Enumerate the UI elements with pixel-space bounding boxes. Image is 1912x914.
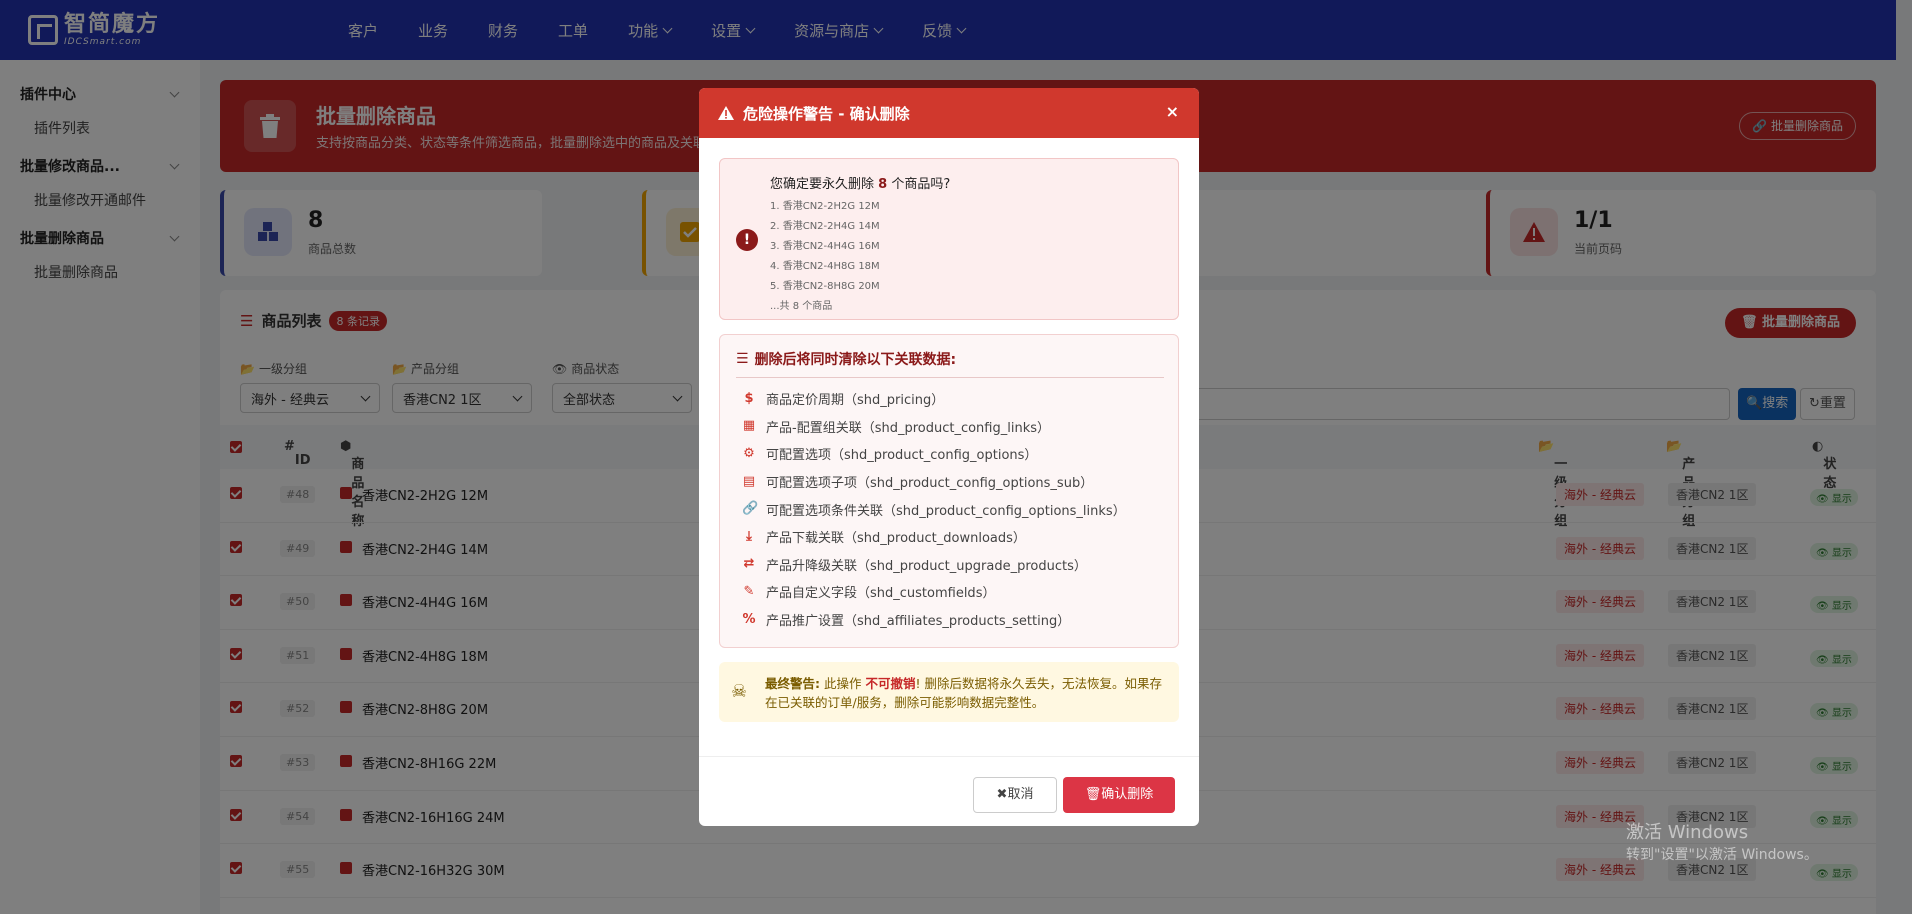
question-suffix: 个商品吗?	[887, 177, 951, 192]
warn-label: 最终警告:	[765, 676, 820, 691]
link-icon: 🔗	[742, 501, 759, 517]
cleanup-item: ⚙ 可配置选项（shd_product_config_options）	[742, 440, 1126, 468]
download-icon: ⤓	[746, 528, 752, 544]
confirm-box: ! 您确定要永久删除 8 个商品吗? 1. 香港CN2-2H2G 12M 2. …	[719, 158, 1179, 320]
warn-highlight: 不可撤销	[865, 676, 916, 691]
product-more: ...共 8 个商品	[770, 301, 833, 312]
cleanup-list: $ 商品定价周期（shd_pricing） ▦ 产品-配置组关联（shd_produc…	[742, 385, 1126, 633]
watermark-line1: 激活 Windows	[1626, 822, 1749, 843]
confirm-delete-button[interactable]: 🗑确认删除	[1063, 777, 1175, 813]
product-item: 5. 香港CN2-8H8G 20M	[770, 281, 880, 292]
cleanup-item-text: 产品下载关联（shd_product_downloads）	[766, 531, 1026, 547]
exclamation-circle-icon: !	[736, 229, 758, 251]
cogs-icon: ⚙	[743, 445, 755, 461]
modal-footer: ✖取消 🗑确认删除	[699, 756, 1199, 826]
confirm-question: 您确定要永久删除 8 个商品吗?	[770, 173, 950, 192]
product-item: 2. 香港CN2-2H4G 14M	[770, 221, 880, 232]
cleanup-item-text: 可配置选项（shd_product_config_options）	[766, 448, 1038, 464]
cleanup-item: ▦ 产品-配置组关联（shd_product_config_links）	[742, 413, 1126, 441]
product-list: 1. 香港CN2-2H2G 12M 2. 香港CN2-2H4G 14M 3. 香…	[770, 197, 880, 317]
cleanup-title: ☰ 删除后将同时清除以下关联数据:	[736, 349, 1164, 378]
modal-title: 危险操作警告 - 确认删除	[743, 104, 910, 123]
modal-header: 危险操作警告 - 确认删除 ×	[699, 88, 1199, 138]
cleanup-item: % 产品推广设置（shd_affiliates_products_setting）	[742, 606, 1126, 634]
cleanup-title-text: 删除后将同时清除以下关联数据:	[754, 352, 957, 368]
final-warning-text: 最终警告: 此操作 不可撤销! 删除后数据将永久丢失，无法恢复。如果存在已关联的…	[765, 674, 1165, 712]
percent-icon: %	[742, 611, 756, 627]
cleanup-box: ☰ 删除后将同时清除以下关联数据: $ 商品定价周期（shd_pricing） ▦ 产品…	[719, 334, 1179, 648]
question-count: 8	[878, 177, 888, 192]
close-icon[interactable]: ×	[1166, 102, 1179, 121]
confirm-delete-modal: 危险操作警告 - 确认删除 × ! 您确定要永久删除 8 个商品吗? 1. 香港…	[699, 88, 1199, 826]
cleanup-item-text: 产品-配置组关联（shd_product_config_links）	[766, 420, 1051, 436]
product-item: 1. 香港CN2-2H2G 12M	[770, 201, 880, 212]
cleanup-item: ⤓ 产品下载关联（shd_product_downloads）	[742, 523, 1126, 551]
grid-icon: ▦	[742, 418, 756, 434]
warn-pre: 此操作	[820, 676, 866, 691]
times-icon: ✖	[996, 787, 1008, 802]
cleanup-item: $ 商品定价周期（shd_pricing）	[742, 385, 1126, 413]
warning-icon	[718, 106, 734, 120]
cleanup-item-text: 产品升降级关联（shd_product_upgrade_products）	[766, 558, 1087, 574]
list-alt-icon: ▤	[742, 473, 756, 489]
cancel-label: 取消	[1007, 787, 1034, 802]
cancel-button[interactable]: ✖取消	[973, 777, 1057, 813]
windows-activation-watermark: 激活 Windows 转到"设置"以激活 Windows。	[1626, 822, 1818, 866]
cleanup-item-text: 产品自定义字段（shd_customfields）	[766, 586, 996, 602]
cleanup-item-text: 可配置选项子项（shd_product_config_options_sub）	[766, 476, 1094, 492]
product-item: 4. 香港CN2-4H8G 18M	[770, 261, 880, 272]
skull-crossbones-icon: ☠	[731, 681, 748, 702]
cleanup-item: ⇄ 产品升降级关联（shd_product_upgrade_products）	[742, 551, 1126, 579]
confirm-label: 确认删除	[1101, 787, 1154, 802]
cleanup-item-text: 可配置选项条件关联（shd_product_config_options_lin…	[766, 503, 1126, 519]
final-warning-box: ☠ 最终警告: 此操作 不可撤销! 删除后数据将永久丢失，无法恢复。如果存在已关…	[719, 662, 1179, 722]
cleanup-item: 🔗 可配置选项条件关联（shd_product_config_options_li…	[742, 495, 1126, 523]
cleanup-item: ✎ 产品自定义字段（shd_customfields）	[742, 578, 1126, 606]
cleanup-item-text: 产品推广设置（shd_affiliates_products_setting）	[766, 614, 1071, 630]
question-prefix: 您确定要永久删除	[770, 177, 879, 192]
exchange-icon: ⇄	[743, 556, 755, 572]
trash-icon: 🗑	[1084, 787, 1102, 802]
product-item: 3. 香港CN2-4H4G 16M	[770, 241, 880, 252]
cleanup-item-text: 商品定价周期（shd_pricing）	[766, 393, 945, 409]
dollar-icon: $	[744, 390, 754, 406]
cleanup-item: ▤ 可配置选项子项（shd_product_config_options_sub）	[742, 468, 1126, 496]
watermark-line2: 转到"设置"以激活 Windows。	[1626, 847, 1818, 863]
list-icon: ☰	[736, 351, 749, 367]
pencil-icon: ✎	[743, 583, 755, 599]
